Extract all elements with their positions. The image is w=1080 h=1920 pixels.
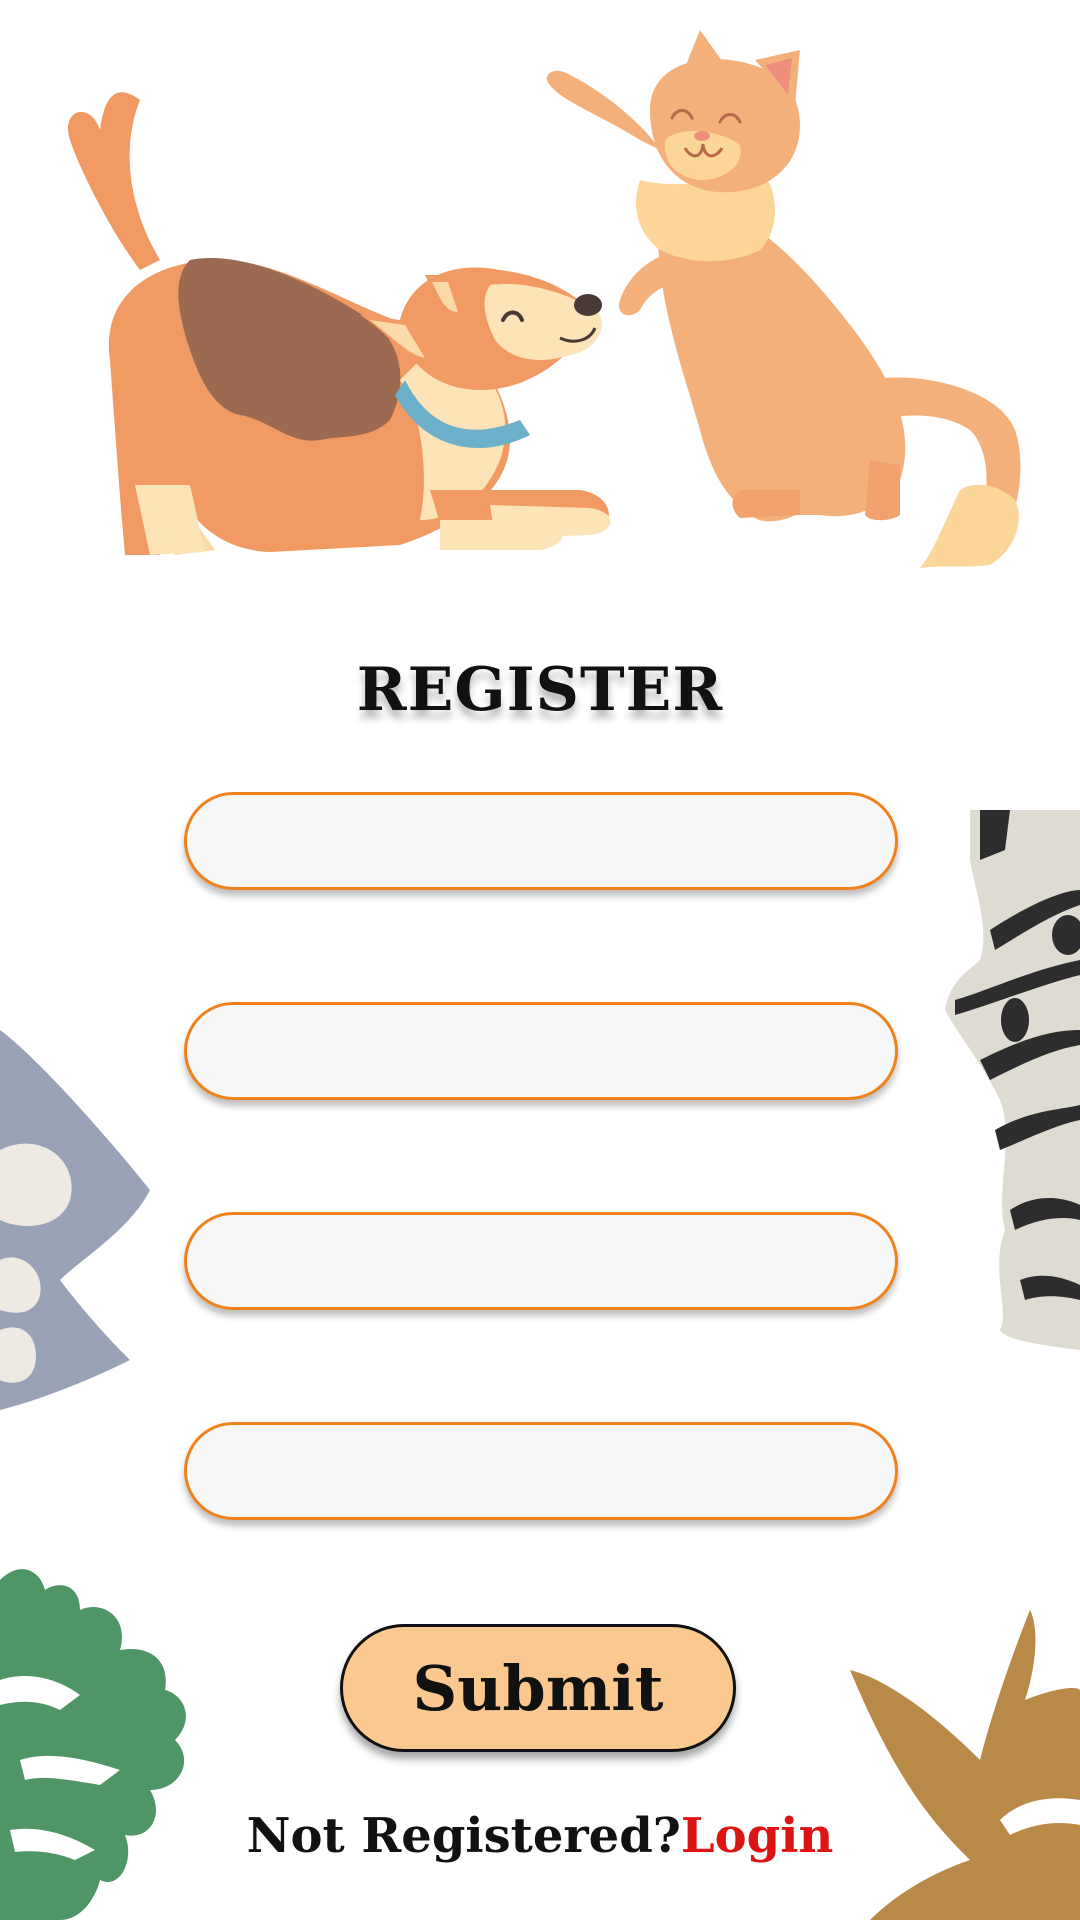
not-registered-text: Not Registered? [246, 1808, 681, 1864]
login-prompt: Not Registered?Login [0, 1808, 1080, 1864]
register-field-4[interactable] [184, 1422, 898, 1520]
register-field-1[interactable] [184, 792, 898, 890]
hero-illustration [67, 30, 1021, 568]
zebra-print-decoration [945, 810, 1080, 1350]
blue-leaf-decoration [0, 1030, 150, 1410]
page-title: REGISTER [356, 655, 724, 725]
cat-illustration [546, 30, 1021, 568]
register-field-3[interactable] [184, 1212, 898, 1310]
green-leaf-decoration [0, 1569, 186, 1920]
login-link[interactable]: Login [681, 1808, 833, 1864]
brown-starfish-decoration [850, 1610, 1080, 1920]
dog-illustration [67, 92, 611, 555]
register-field-2[interactable] [184, 1002, 898, 1100]
submit-button[interactable]: Submit [340, 1624, 736, 1752]
